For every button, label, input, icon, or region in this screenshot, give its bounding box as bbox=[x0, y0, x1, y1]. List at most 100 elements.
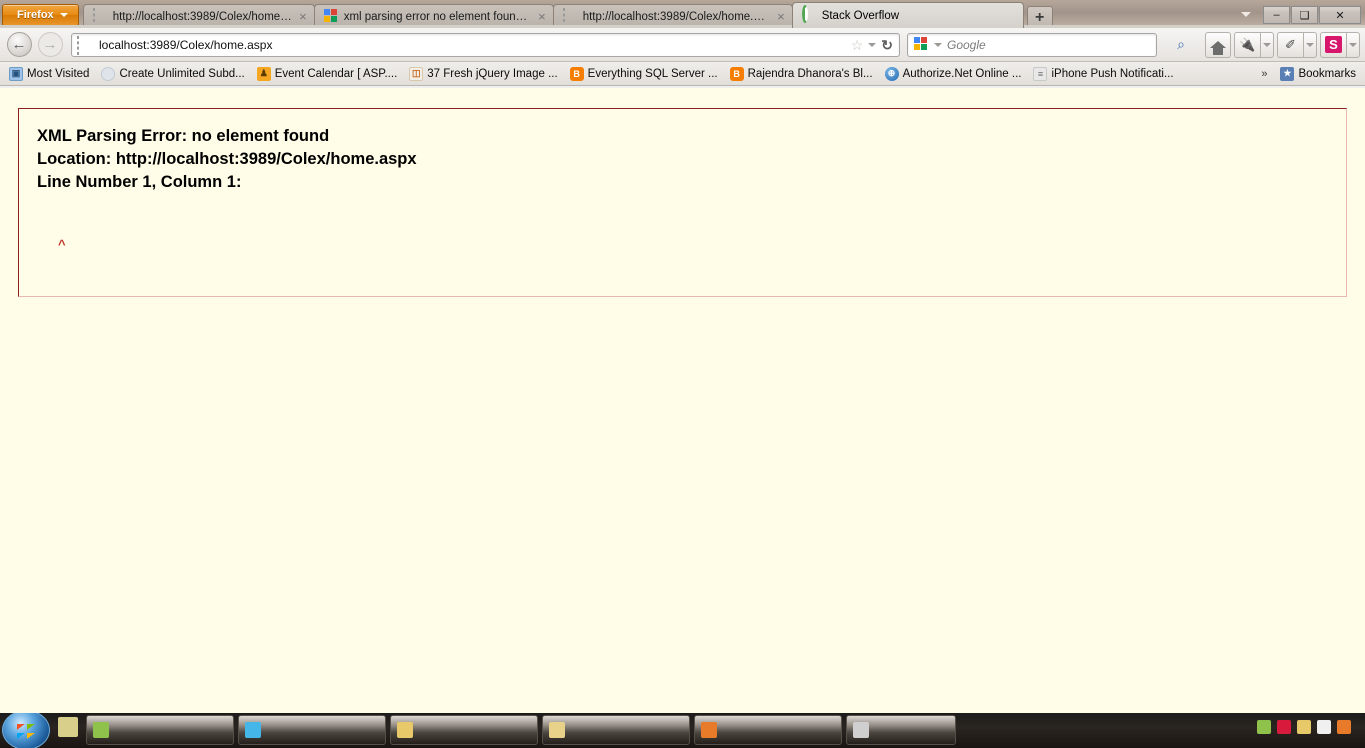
eyedropper-button[interactable]: ✐ bbox=[1277, 31, 1303, 58]
tray-icon-1[interactable] bbox=[1257, 720, 1271, 734]
tray-icon-4[interactable] bbox=[1317, 720, 1331, 734]
eyedropper-dropdown[interactable] bbox=[1303, 31, 1317, 58]
firefox-menu-label: Firefox bbox=[17, 9, 54, 21]
s-addon-button[interactable]: S bbox=[1320, 31, 1346, 58]
bookmark-label: Most Visited bbox=[27, 67, 90, 80]
browser-tab-4-active[interactable]: Stack Overflow bbox=[791, 2, 1024, 28]
taskbar-icon-1 bbox=[93, 722, 109, 738]
minimize-icon: – bbox=[1273, 9, 1280, 21]
bookmark-label: Authorize.Net Online ... bbox=[902, 67, 1022, 80]
bookmark-item-authorize-net[interactable]: ⊕ Authorize.Net Online ... bbox=[880, 66, 1027, 82]
new-tab-button[interactable]: + bbox=[1026, 6, 1053, 28]
tab-close-icon[interactable]: × bbox=[776, 10, 786, 23]
taskbar-icon-2 bbox=[245, 722, 261, 738]
start-button[interactable] bbox=[2, 713, 50, 748]
taskbar-button-6[interactable] bbox=[846, 715, 956, 745]
firefox-menu-button[interactable]: Firefox bbox=[2, 4, 79, 26]
google-icon[interactable] bbox=[913, 36, 929, 53]
plug-icon: 🔌 bbox=[1239, 36, 1256, 52]
bookmark-star-icon[interactable]: ☆ bbox=[851, 38, 864, 52]
browser-tab-4-label: Stack Overflow bbox=[821, 9, 900, 22]
minimize-button[interactable]: – bbox=[1263, 6, 1290, 24]
addon-plug-control: 🔌 bbox=[1234, 31, 1274, 58]
chevron-down-icon bbox=[59, 13, 68, 17]
taskbar-button-2[interactable] bbox=[238, 715, 386, 745]
bookmark-label: Everything SQL Server ... bbox=[587, 67, 718, 80]
taskbar-button-3[interactable] bbox=[390, 715, 538, 745]
chevron-down-icon bbox=[1241, 11, 1251, 17]
quick-launch-icon-1[interactable] bbox=[58, 717, 78, 737]
blank-page-icon bbox=[562, 7, 578, 25]
eyedropper-control: ✐ bbox=[1277, 31, 1317, 58]
browser-tab-1[interactable]: http://localhost:3989/Colex/home.aspx × bbox=[82, 4, 315, 28]
home-button[interactable] bbox=[1205, 31, 1231, 58]
bookmark-label: Rajendra Dhanora's Bl... bbox=[747, 67, 873, 80]
taskbar-icon-5 bbox=[701, 722, 717, 738]
star-folder-icon: ★ bbox=[1280, 66, 1295, 81]
taskbar-icon-6 bbox=[853, 722, 869, 738]
search-magnifier-button[interactable]: ⌕ bbox=[1160, 32, 1202, 58]
forward-button[interactable]: → bbox=[36, 31, 64, 59]
search-bar[interactable]: Google bbox=[907, 32, 1157, 57]
tray-icon-3[interactable] bbox=[1297, 720, 1311, 734]
windows-taskbar bbox=[0, 713, 1365, 748]
addon-plug-dropdown[interactable] bbox=[1260, 31, 1274, 58]
addon-plug-button[interactable]: 🔌 bbox=[1234, 31, 1260, 58]
bookmarks-toolbar: ▣ Most Visited Create Unlimited Subd... … bbox=[0, 62, 1365, 86]
google-icon bbox=[323, 8, 339, 25]
s-addon-icon: S bbox=[1325, 36, 1342, 53]
xml-parsing-error-box: XML Parsing Error: no element found Loca… bbox=[18, 108, 1347, 297]
tray-icon-5[interactable] bbox=[1337, 720, 1351, 734]
browser-tab-2-label: xml parsing error no element found - ... bbox=[343, 10, 533, 23]
close-icon: ✕ bbox=[1335, 9, 1345, 22]
bookmark-label: Create Unlimited Subd... bbox=[119, 67, 245, 80]
taskbar-icon-4 bbox=[549, 722, 565, 738]
bookmarks-overflow-button[interactable]: » bbox=[1255, 68, 1273, 80]
bookmarks-folder-button[interactable]: ★ Bookmarks bbox=[1275, 66, 1361, 82]
chevron-down-icon[interactable] bbox=[934, 42, 942, 47]
tab-close-icon[interactable]: × bbox=[298, 10, 308, 23]
blogger-icon: B bbox=[569, 66, 584, 81]
system-tray bbox=[1249, 713, 1365, 734]
browser-tab-1-label: http://localhost:3989/Colex/home.aspx bbox=[112, 10, 294, 23]
tab-close-icon[interactable]: × bbox=[537, 10, 547, 23]
back-button[interactable]: ← bbox=[5, 31, 33, 59]
address-bar[interactable]: localhost:3989/Colex/home.aspx ☆ ↻ bbox=[71, 32, 900, 57]
blank-page-icon bbox=[92, 7, 108, 25]
search-input[interactable]: Google bbox=[947, 38, 1151, 52]
bookmark-label: Event Calendar [ ASP.... bbox=[274, 67, 398, 80]
bookmark-item-iphone-push-notification[interactable]: ≡ iPhone Push Notificati... bbox=[1028, 66, 1178, 82]
navigation-toolbar: ← → localhost:3989/Colex/home.aspx ☆ ↻ G… bbox=[0, 28, 1365, 62]
eyedropper-icon: ✐ bbox=[1285, 36, 1296, 52]
bookmark-item-create-unlimited-subd[interactable]: Create Unlimited Subd... bbox=[96, 66, 249, 82]
blogger-icon: B bbox=[729, 66, 744, 81]
bookmark-item-event-calendar[interactable]: ♟ Event Calendar [ ASP.... bbox=[252, 66, 403, 82]
close-window-button[interactable]: ✕ bbox=[1319, 6, 1361, 24]
tray-icon-2[interactable] bbox=[1277, 720, 1291, 734]
moon-icon bbox=[101, 66, 116, 81]
tab-list-dropdown-button[interactable] bbox=[1237, 2, 1255, 26]
taskbar-button-5[interactable] bbox=[694, 715, 842, 745]
taskbar-icon-3 bbox=[397, 722, 413, 738]
bookmark-item-everything-sql-server[interactable]: B Everything SQL Server ... bbox=[565, 66, 723, 82]
bookmark-item-jquery-image[interactable]: ◫ 37 Fresh jQuery Image ... bbox=[404, 66, 562, 82]
search-icon: ⌕ bbox=[1177, 36, 1185, 52]
s-addon-dropdown[interactable] bbox=[1346, 31, 1360, 58]
chevron-down-icon bbox=[1306, 42, 1314, 47]
taskbar-button-4[interactable] bbox=[542, 715, 690, 745]
bookmark-item-rajendra-dhanora-blog[interactable]: B Rajendra Dhanora's Bl... bbox=[725, 66, 878, 82]
s-addon-control: S bbox=[1320, 31, 1360, 58]
browser-tab-2[interactable]: xml parsing error no element found - ...… bbox=[313, 4, 554, 28]
address-bar-value: localhost:3989/Colex/home.aspx bbox=[99, 37, 273, 52]
taskbar-button-1[interactable] bbox=[86, 715, 234, 745]
maximize-button[interactable]: ❑ bbox=[1291, 6, 1318, 24]
error-caret-marker: ^ bbox=[58, 238, 66, 253]
chevron-down-icon[interactable] bbox=[868, 42, 877, 47]
reload-icon[interactable]: ↻ bbox=[881, 38, 893, 52]
error-line-location: Location: http://localhost:3989/Colex/ho… bbox=[37, 150, 417, 168]
calendar-icon: ♟ bbox=[256, 66, 271, 81]
browser-tab-3[interactable]: http://localhost:3989/Colex/home.aspx × bbox=[552, 4, 793, 28]
jquery-icon: ◫ bbox=[409, 66, 424, 81]
bookmark-item-most-visited[interactable]: ▣ Most Visited bbox=[4, 66, 94, 82]
error-line-message: XML Parsing Error: no element found bbox=[37, 127, 330, 145]
